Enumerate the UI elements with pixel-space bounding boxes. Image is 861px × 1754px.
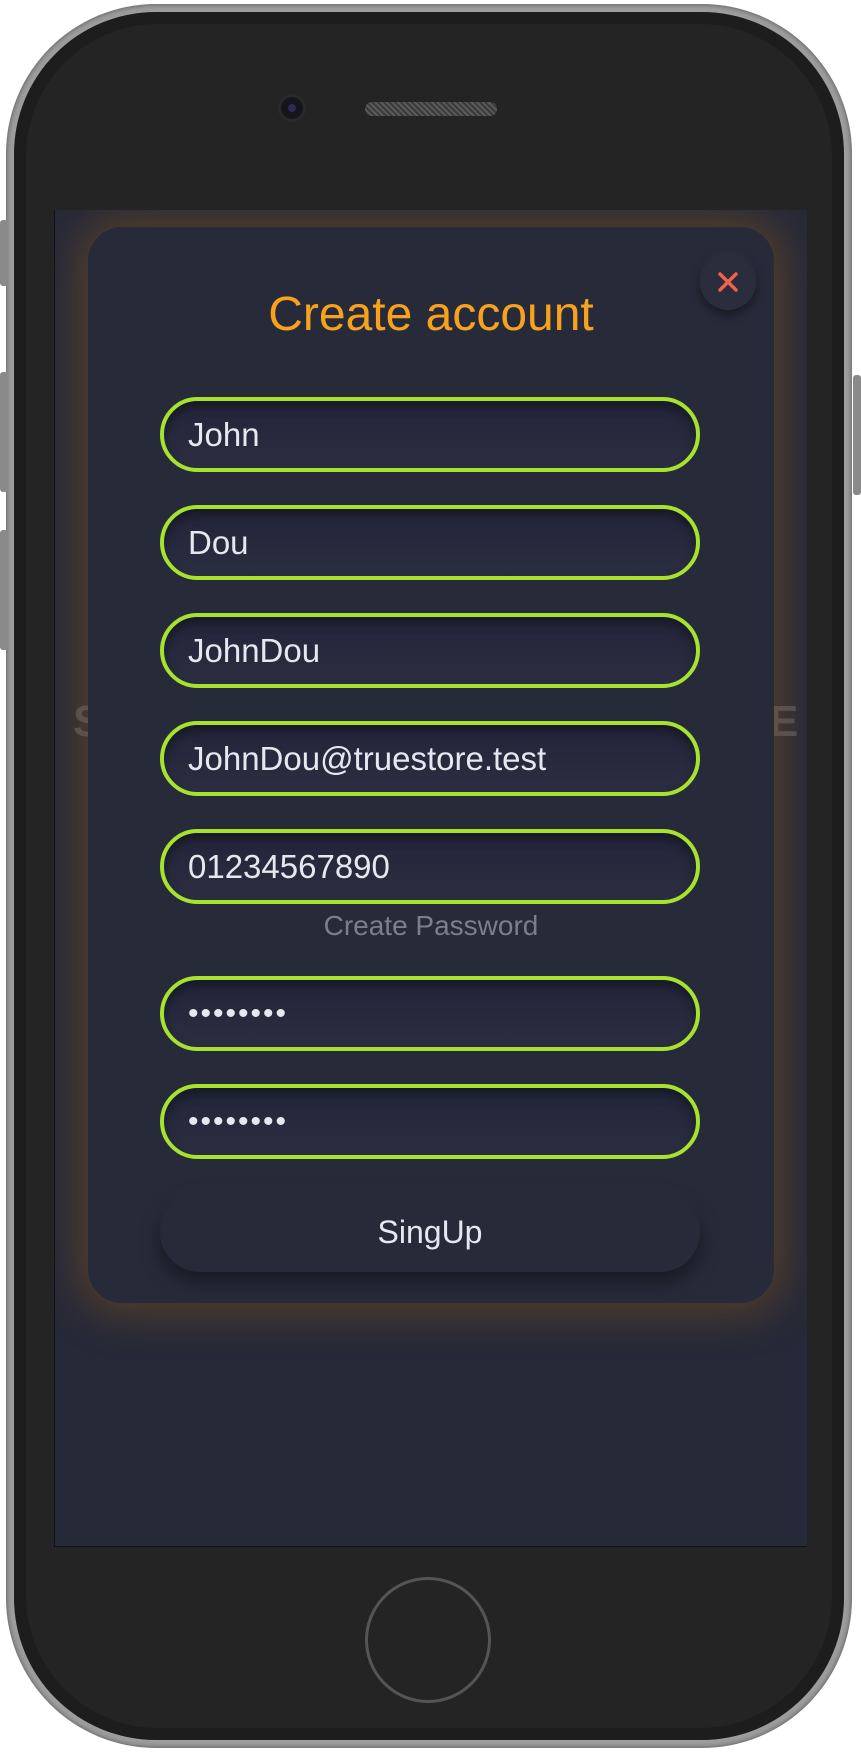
confirm-password-input[interactable] [188, 1088, 678, 1155]
signup-button[interactable]: SingUp [160, 1192, 700, 1272]
signup-button-label: SingUp [377, 1213, 483, 1250]
volume-up-button [0, 372, 8, 492]
password-input[interactable] [188, 980, 678, 1047]
last-name-input[interactable] [188, 509, 678, 576]
confirm-password-field [160, 1084, 700, 1159]
volume-down-button [0, 530, 8, 650]
password-caption: Create Password [323, 910, 539, 941]
front-camera [281, 97, 303, 119]
first-name-input[interactable] [188, 401, 678, 468]
username-input[interactable] [188, 617, 678, 684]
email-input[interactable] [188, 725, 678, 792]
last-name-field [160, 505, 700, 580]
mute-switch [0, 220, 8, 286]
phone-field [160, 829, 700, 904]
username-field [160, 613, 700, 688]
earpiece-speaker [365, 102, 497, 116]
password-field [160, 976, 700, 1051]
first-name-field [160, 397, 700, 472]
app-screen: S E Create account Create Pass [54, 210, 807, 1547]
home-button[interactable] [365, 1577, 491, 1703]
create-account-modal: Create account Create Password SingUp [88, 227, 774, 1303]
phone-input[interactable] [188, 833, 678, 900]
modal-title: Create account [268, 288, 594, 341]
power-button [853, 375, 861, 495]
email-field [160, 721, 700, 796]
